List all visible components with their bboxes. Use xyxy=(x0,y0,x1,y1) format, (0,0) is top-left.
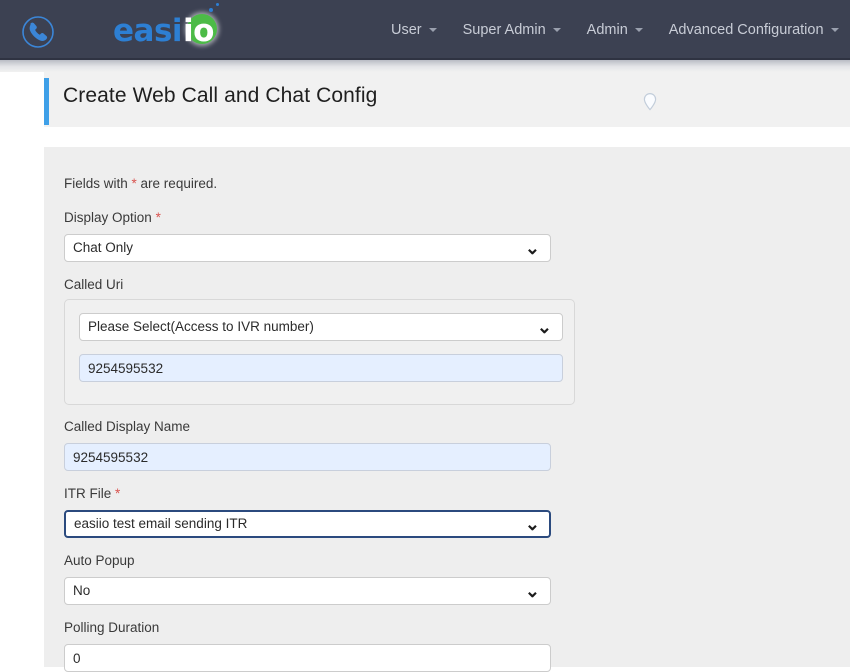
nav-item-admin[interactable]: Admin xyxy=(574,0,656,60)
page-header: Create Web Call and Chat Config xyxy=(44,72,850,127)
nav-item-admin-label: Admin xyxy=(586,22,628,38)
phone-call-icon[interactable] xyxy=(14,8,62,56)
label-called-display-name: Called Display Name xyxy=(64,419,190,434)
label-auto-popup: Auto Popup xyxy=(64,553,135,568)
called-uri-group: Please Select(Access to IVR number) ⌄ xyxy=(64,299,575,405)
auto-popup-select[interactable]: No xyxy=(64,577,551,605)
label-called-display-name-text: Called Display Name xyxy=(64,419,191,434)
page-title-accent-bar xyxy=(44,78,49,125)
label-auto-popup-text: Auto Popup xyxy=(64,553,135,568)
label-called-uri: Called Uri xyxy=(64,277,123,292)
page-title: Create Web Call and Chat Config xyxy=(63,84,378,107)
called-display-name-input[interactable] xyxy=(64,443,551,471)
brand-logo-dot-large xyxy=(209,8,214,12)
nav-item-advanced-configuration-label: Advanced Configuration xyxy=(668,22,824,38)
required-note-text-after: are required. xyxy=(136,176,218,191)
map-pin-icon[interactable] xyxy=(641,92,659,112)
label-called-uri-text: Called Uri xyxy=(64,277,124,292)
called-uri-select[interactable]: Please Select(Access to IVR number) xyxy=(79,313,563,341)
brand-logo-accent: io xyxy=(183,13,214,49)
required-fields-note: Fields with * are required. xyxy=(64,176,217,191)
polling-duration-input[interactable] xyxy=(64,644,551,672)
called-uri-select-wrap: Please Select(Access to IVR number) ⌄ xyxy=(79,313,563,341)
label-polling-duration-text: Polling Duration xyxy=(64,620,160,635)
label-display-option-text: Display Option xyxy=(64,210,152,225)
brand-logo-accent-wrap: io xyxy=(180,3,220,49)
chevron-down-icon xyxy=(428,28,437,32)
nav-item-super-admin[interactable]: Super Admin xyxy=(450,0,574,60)
nav-menu: User Super Admin Admin Advanced Configur… xyxy=(196,0,850,60)
nav-shadow-strip xyxy=(0,60,850,72)
label-polling-duration: Polling Duration xyxy=(64,620,159,635)
label-display-option: Display Option * xyxy=(64,210,161,225)
brand-logo-primary: easi xyxy=(113,13,183,49)
display-option-select[interactable]: Chat Only xyxy=(64,234,551,262)
nav-item-user[interactable]: User xyxy=(378,0,450,60)
nav-item-super-admin-label: Super Admin xyxy=(462,22,546,38)
called-uri-number-input[interactable] xyxy=(79,354,563,382)
brand-logo[interactable]: easi io xyxy=(113,3,220,49)
top-navigation-bar: easi io User Super Admin Admin Advanced … xyxy=(0,0,850,60)
required-note-text-before: Fields with xyxy=(64,176,132,191)
label-itr-file: ITR File * xyxy=(64,486,120,501)
label-display-option-required: * xyxy=(155,210,161,225)
nav-item-user-label: User xyxy=(391,22,422,38)
chevron-down-icon xyxy=(552,28,561,32)
itr-file-select[interactable]: easiio test email sending ITR xyxy=(64,510,551,538)
nav-item-advanced-configuration[interactable]: Advanced Configuration xyxy=(656,0,850,60)
label-itr-file-required: * xyxy=(115,486,121,501)
chevron-down-icon xyxy=(830,28,839,32)
chevron-down-icon xyxy=(634,28,643,32)
config-form-panel: Fields with * are required. Display Opti… xyxy=(44,147,850,672)
label-itr-file-text: ITR File xyxy=(64,486,112,501)
